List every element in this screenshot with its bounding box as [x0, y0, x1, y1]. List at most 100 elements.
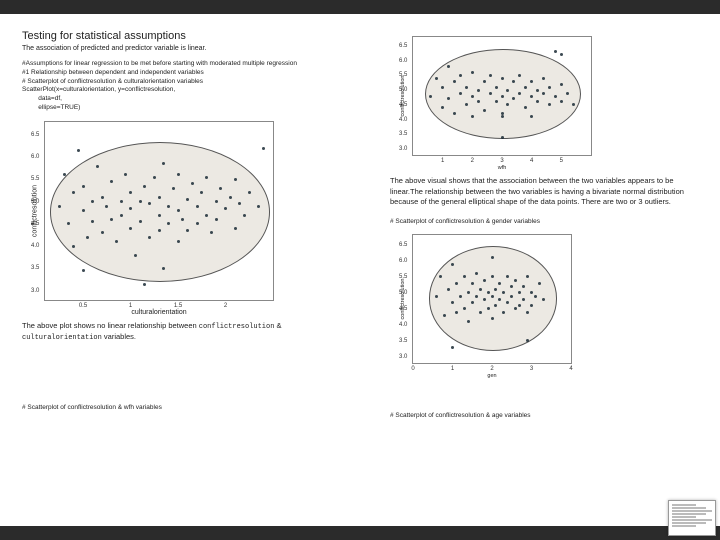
chart-wfh: conflictresolution wfh 3.03.54.04.55.05.…: [412, 36, 592, 156]
data-point: [172, 187, 175, 190]
y-tick: 5.0: [31, 199, 39, 205]
data-point: [483, 279, 486, 282]
data-point: [451, 263, 454, 266]
data-point: [441, 86, 444, 89]
y-tick: 6.0: [31, 154, 39, 160]
x-tick: 0.5: [79, 303, 87, 309]
data-point: [443, 314, 446, 317]
x-tick: 4: [530, 158, 533, 164]
data-point: [134, 254, 137, 257]
data-point: [542, 298, 545, 301]
y-tick: 4.0: [31, 243, 39, 249]
data-point: [530, 95, 533, 98]
caption-1: The above plot shows no linear relations…: [22, 321, 330, 345]
x-tick: 0: [411, 366, 414, 372]
y-tick: 3.0: [399, 354, 407, 360]
subtitle: The association of predicted and predict…: [22, 45, 330, 52]
y-tick: 4.0: [399, 117, 407, 123]
data-point: [501, 77, 504, 80]
chart1-ylabel: conflictresolution: [32, 185, 39, 237]
data-point: [139, 200, 142, 203]
data-point: [491, 317, 494, 320]
chart-3-wrap: conflictresolution gen 3.03.54.04.55.05.…: [412, 234, 698, 364]
data-point: [518, 92, 521, 95]
chart2-xlabel: wfh: [498, 165, 507, 171]
data-point: [534, 295, 537, 298]
data-point: [501, 95, 504, 98]
y-tick: 5.5: [399, 72, 407, 78]
data-point: [153, 176, 156, 179]
y-tick: 6.5: [31, 132, 39, 138]
data-point: [455, 311, 458, 314]
code-block-3: # Scatterplot of conflictresolution & ge…: [390, 218, 698, 227]
data-point: [158, 229, 161, 232]
data-point: [471, 115, 474, 118]
data-point: [215, 218, 218, 221]
data-point: [177, 209, 180, 212]
y-tick: 4.0: [399, 322, 407, 328]
data-point: [158, 214, 161, 217]
data-point: [257, 205, 260, 208]
y-tick: 5.5: [399, 274, 407, 280]
data-point: [522, 298, 525, 301]
data-point: [215, 200, 218, 203]
code-block-2: # Scatterplot of conflictresolution & wf…: [22, 404, 330, 413]
x-tick: 3: [530, 366, 533, 372]
chart-2-wrap: conflictresolution wfh 3.03.54.04.55.05.…: [412, 36, 698, 156]
y-tick: 6.5: [399, 43, 407, 49]
data-point: [429, 95, 432, 98]
y-tick: 5.0: [399, 87, 407, 93]
data-point: [72, 245, 75, 248]
data-point: [542, 77, 545, 80]
data-ellipse: [429, 246, 557, 350]
data-point: [148, 236, 151, 239]
data-point: [224, 207, 227, 210]
data-point: [530, 80, 533, 83]
data-point: [489, 74, 492, 77]
y-tick: 3.5: [399, 131, 407, 137]
data-point: [471, 282, 474, 285]
data-point: [459, 74, 462, 77]
data-point: [129, 227, 132, 230]
data-point: [477, 89, 480, 92]
x-tick: 4: [569, 366, 572, 372]
data-point: [455, 282, 458, 285]
y-tick: 6.0: [399, 258, 407, 264]
data-point: [186, 198, 189, 201]
data-point: [459, 295, 462, 298]
data-point: [205, 176, 208, 179]
data-point: [120, 214, 123, 217]
data-point: [471, 71, 474, 74]
data-point: [495, 86, 498, 89]
data-point: [139, 220, 142, 223]
data-point: [167, 205, 170, 208]
data-point: [554, 95, 557, 98]
data-point: [77, 149, 80, 152]
data-point: [475, 272, 478, 275]
page-thumbnail[interactable]: [668, 500, 716, 536]
data-point: [524, 86, 527, 89]
data-point: [489, 92, 492, 95]
data-point: [196, 205, 199, 208]
data-point: [262, 147, 265, 150]
code-block-1: #Assumptions for linear regression to be…: [22, 60, 330, 113]
data-point: [536, 89, 539, 92]
data-point: [453, 80, 456, 83]
x-tick: 1: [441, 158, 444, 164]
data-point: [101, 196, 104, 199]
y-tick: 5.5: [31, 176, 39, 182]
data-point: [58, 205, 61, 208]
data-point: [483, 109, 486, 112]
caption-2: The above visual shows that the associat…: [390, 176, 698, 208]
chart3-ylabel: conflictresolution: [400, 279, 406, 320]
data-point: [105, 205, 108, 208]
chart1-xlabel: culturalorientation: [131, 309, 186, 316]
data-point: [143, 283, 146, 286]
data-point: [510, 295, 513, 298]
x-tick: 1: [451, 366, 454, 372]
data-point: [483, 80, 486, 83]
data-point: [459, 92, 462, 95]
data-point: [471, 95, 474, 98]
data-point: [548, 86, 551, 89]
data-point: [542, 92, 545, 95]
